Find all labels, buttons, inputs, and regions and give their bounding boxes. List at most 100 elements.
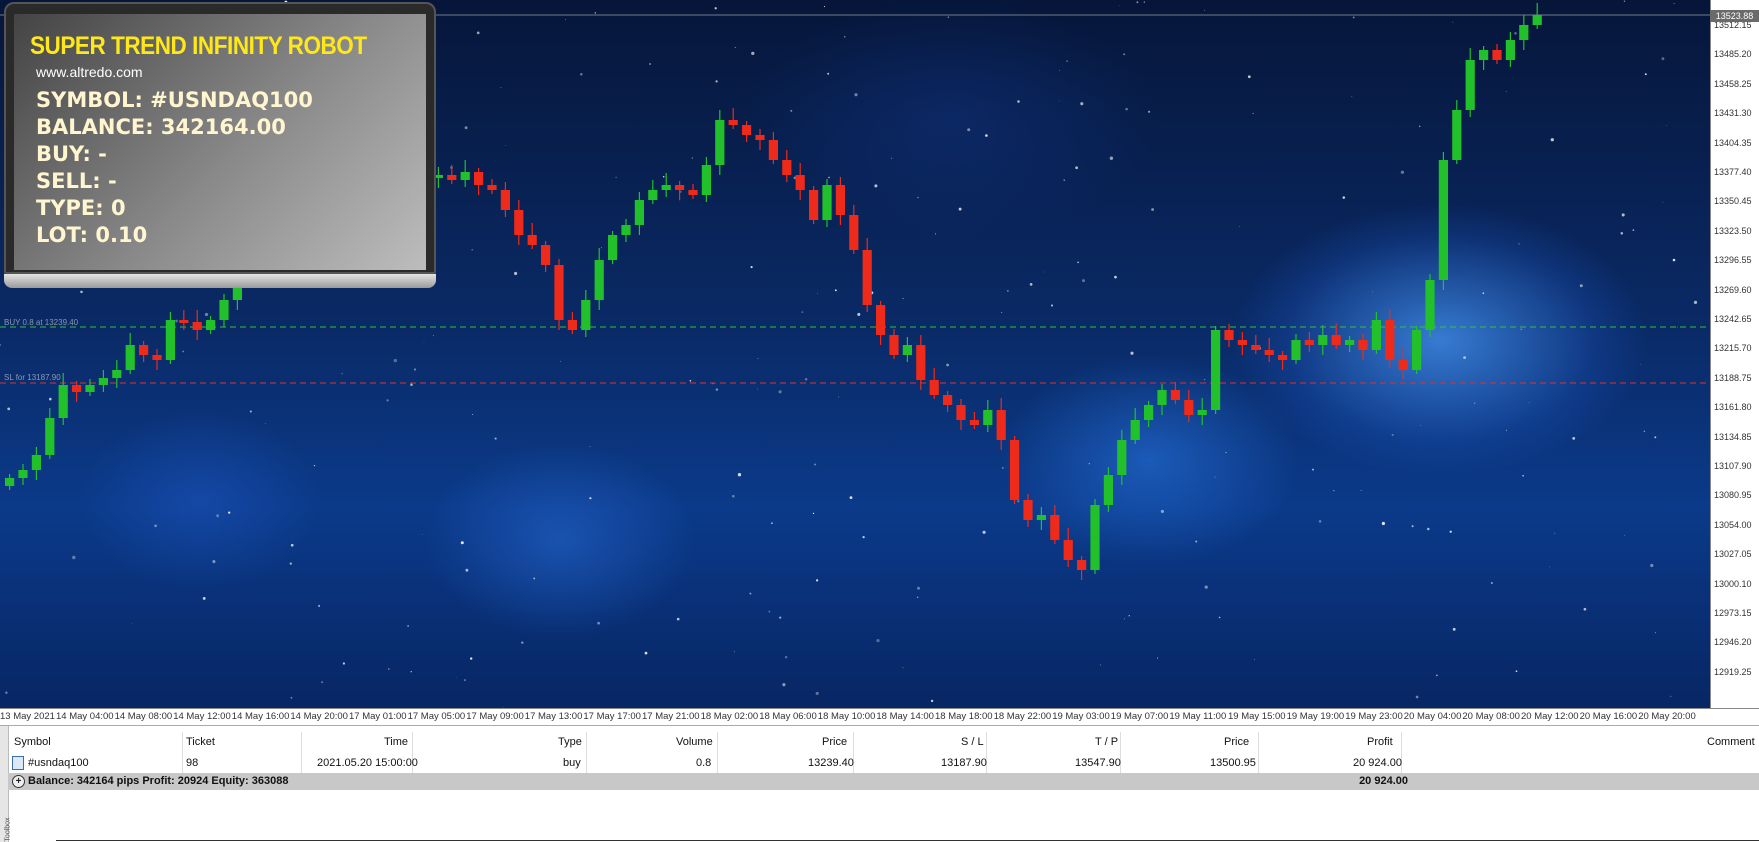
bullish-candle[interactable] [125, 345, 135, 370]
bearish-candle[interactable] [1184, 400, 1194, 415]
row-symbol[interactable]: #usndaq100 [28, 757, 89, 769]
header-price[interactable]: Price [822, 736, 847, 748]
bullish-candle[interactable] [1505, 40, 1515, 60]
bearish-candle[interactable] [1264, 350, 1274, 355]
expand-plus-icon[interactable]: + [12, 775, 25, 788]
bullish-candle[interactable] [1036, 515, 1046, 520]
summary-row[interactable]: + Balance: 342164 pips Profit: 20924 Equ… [8, 773, 1759, 790]
bearish-candle[interactable] [809, 190, 819, 220]
bullish-candle[interactable] [608, 235, 618, 260]
bullish-candle[interactable] [902, 345, 912, 355]
bullish-candle[interactable] [1211, 330, 1221, 410]
bearish-candle[interactable] [782, 160, 792, 175]
price-axis[interactable]: 13512.15 13485.20 13458.25 13431.30 13404.35… [1710, 0, 1759, 708]
row-profit[interactable]: 20 924.00 [1353, 757, 1402, 769]
bearish-candle[interactable] [527, 235, 537, 245]
bearish-candle[interactable] [1492, 50, 1502, 60]
bullish-candle[interactable] [58, 385, 68, 418]
row-type[interactable]: buy [563, 757, 581, 769]
bullish-candle[interactable] [701, 165, 711, 195]
bearish-candle[interactable] [1358, 340, 1368, 350]
bearish-candle[interactable] [849, 215, 859, 250]
time-axis[interactable]: 13 May 2021 14 May 04:00 14 May 08:00 14 Ma… [0, 708, 1759, 725]
header-profit[interactable]: Profit [1367, 736, 1393, 748]
bullish-candle[interactable] [1130, 420, 1140, 440]
bullish-candle[interactable] [31, 455, 41, 470]
bullish-candle[interactable] [1412, 330, 1422, 370]
bearish-candle[interactable] [728, 120, 738, 125]
bearish-candle[interactable] [688, 190, 698, 195]
bullish-candle[interactable] [983, 410, 993, 425]
bearish-candle[interactable] [1050, 515, 1060, 540]
bearish-candle[interactable] [835, 185, 845, 215]
bearish-candle[interactable] [956, 405, 966, 420]
bearish-candle[interactable] [139, 345, 149, 355]
bullish-candle[interactable] [1345, 340, 1355, 345]
bullish-candle[interactable] [1425, 280, 1435, 330]
bullish-candle[interactable] [621, 225, 631, 235]
bearish-candle[interactable] [152, 355, 162, 360]
bullish-candle[interactable] [1144, 405, 1154, 420]
bullish-candle[interactable] [1479, 50, 1489, 60]
bearish-candle[interactable] [500, 190, 510, 210]
header-time[interactable]: Time [384, 736, 408, 748]
bullish-candle[interactable] [1090, 505, 1100, 570]
header-comment[interactable]: Comment [1707, 736, 1755, 748]
bullish-candle[interactable] [1438, 160, 1448, 280]
bullish-candle[interactable] [594, 260, 604, 300]
row-price[interactable]: 13239.40 [808, 757, 854, 769]
bullish-candle[interactable] [822, 185, 832, 220]
bearish-candle[interactable] [768, 140, 778, 160]
bearish-candle[interactable] [862, 250, 872, 305]
bullish-candle[interactable] [5, 478, 15, 486]
bearish-candle[interactable] [969, 420, 979, 425]
chart-area[interactable]: BUY 0.8 at 13239.40 SL for 13187.90 SUPE… [0, 0, 1759, 725]
bearish-candle[interactable] [742, 125, 752, 135]
bullish-candle[interactable] [219, 300, 229, 320]
bearish-candle[interactable] [876, 305, 886, 335]
bullish-candle[interactable] [1532, 15, 1542, 25]
bullish-candle[interactable] [206, 320, 216, 330]
bearish-candle[interactable] [1385, 320, 1395, 360]
bullish-candle[interactable] [1465, 60, 1475, 110]
bullish-candle[interactable] [1117, 440, 1127, 475]
bullish-candle[interactable] [165, 320, 175, 360]
row-ticket[interactable]: 98 [186, 757, 198, 769]
bearish-candle[interactable] [916, 345, 926, 380]
bearish-candle[interactable] [943, 395, 953, 405]
bullish-candle[interactable] [634, 200, 644, 225]
bearish-candle[interactable] [929, 380, 939, 395]
bullish-candle[interactable] [1197, 410, 1207, 415]
header-type[interactable]: Type [558, 736, 582, 748]
row-sl[interactable]: 13187.90 [941, 757, 987, 769]
bearish-candle[interactable] [755, 135, 765, 140]
header-price-current[interactable]: Price [1224, 736, 1249, 748]
header-symbol[interactable]: Symbol [14, 736, 51, 748]
bearish-candle[interactable] [474, 172, 484, 185]
bearish-candle[interactable] [1063, 540, 1073, 560]
bullish-candle[interactable] [45, 418, 55, 455]
bullish-candle[interactable] [18, 470, 28, 478]
bullish-candle[interactable] [715, 120, 725, 165]
bearish-candle[interactable] [487, 185, 497, 190]
bearish-candle[interactable] [795, 175, 805, 190]
row-volume[interactable]: 0.8 [696, 757, 711, 769]
bearish-candle[interactable] [1170, 390, 1180, 400]
header-tp[interactable]: T / P [1095, 736, 1118, 748]
bullish-candle[interactable] [98, 378, 108, 385]
bearish-candle[interactable] [889, 335, 899, 355]
bullish-candle[interactable] [1452, 110, 1462, 160]
row-tp[interactable]: 13547.90 [1075, 757, 1121, 769]
bearish-candle[interactable] [514, 210, 524, 235]
row-current-price[interactable]: 13500.95 [1210, 757, 1256, 769]
bearish-candle[interactable] [675, 185, 685, 190]
bearish-candle[interactable] [179, 320, 189, 323]
row-time[interactable]: 2021.05.20 15:00:00 [317, 757, 418, 769]
bullish-candle[interactable] [1519, 25, 1529, 40]
bearish-candle[interactable] [447, 175, 457, 180]
bullish-candle[interactable] [1103, 475, 1113, 505]
bullish-candle[interactable] [1157, 390, 1167, 405]
bearish-candle[interactable] [1278, 355, 1288, 360]
bullish-candle[interactable] [1371, 320, 1381, 350]
bearish-candle[interactable] [1237, 340, 1247, 345]
